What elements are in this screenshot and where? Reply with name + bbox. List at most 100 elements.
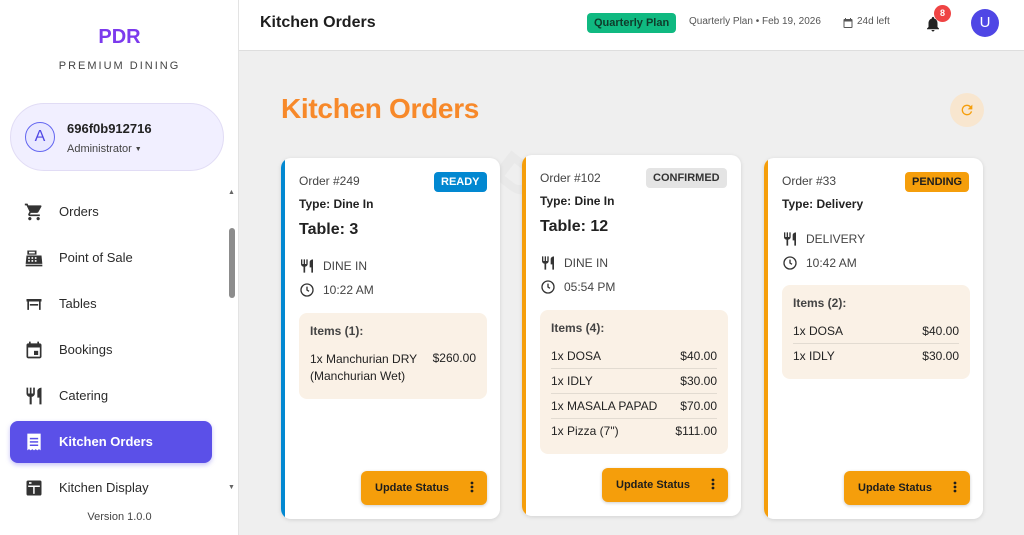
service-type: DINE IN	[540, 255, 608, 271]
list-item: 1x Pizza (7") $111.00	[551, 424, 717, 440]
sidebar-item-label: Bookings	[59, 342, 113, 357]
sidebar-item-kitchen-display[interactable]: Kitchen Display	[10, 467, 212, 509]
list-item: 1x DOSA $40.00	[551, 349, 717, 365]
restaurant-icon	[784, 232, 796, 246]
update-status-button[interactable]: Update Status	[844, 471, 970, 505]
caret-down-icon: ▼	[134, 145, 142, 153]
item-price: $30.00	[922, 349, 959, 363]
user-role-dropdown[interactable]: Administrator ▼	[67, 143, 142, 155]
card-accent-bar	[522, 155, 526, 516]
days-left: 24d left	[857, 16, 890, 27]
receipt-icon	[24, 432, 44, 452]
user-avatar-button[interactable]: U	[971, 9, 999, 37]
item-name: 1x DOSA	[551, 349, 602, 363]
item-name: 1x DOSA	[793, 324, 844, 338]
order-time: 05:54 PM	[540, 279, 615, 295]
item-name: 1x MASALA PAPAD	[551, 399, 658, 413]
user-name: 696f0b912716	[67, 121, 152, 136]
refresh-button[interactable]	[950, 93, 984, 127]
status-badge: PENDING	[905, 172, 970, 192]
service-type: DELIVERY	[782, 231, 865, 247]
order-time: 10:42 AM	[782, 255, 857, 271]
status-badge: CONFIRMED	[646, 168, 727, 188]
order-time: 10:22 AM	[299, 282, 374, 298]
order-type: Type: Dine In	[299, 197, 374, 211]
sidebar-item-label: Catering	[59, 388, 109, 403]
item-name: 1x Manchurian DRY (Manchurian Wet)	[310, 352, 417, 383]
list-item: 1x DOSA $40.00	[793, 324, 959, 340]
scrollbar-thumb[interactable]	[229, 228, 235, 298]
sidebar-item-label: Kitchen Display	[59, 480, 149, 495]
restaurant-icon	[301, 259, 313, 273]
user-role-label: Administrator	[67, 143, 132, 155]
items-box: Items (2): 1x DOSA $40.00 1x IDLY $30.00	[782, 285, 970, 379]
update-status-button[interactable]: Update Status	[602, 468, 728, 502]
order-type: Type: Dine In	[540, 194, 615, 208]
button-label: Update Status	[375, 482, 449, 494]
display-icon	[24, 478, 44, 498]
item-price: $40.00	[680, 349, 717, 363]
order-card: Order #249 READY Type: Dine In Table: 3 …	[281, 158, 500, 519]
sidebar-item-orders[interactable]: Orders	[10, 191, 212, 233]
sidebar-item-point-of-sale[interactable]: Point of Sale	[10, 237, 212, 279]
service-label: DELIVERY	[806, 232, 866, 246]
order-number: Order #102	[540, 171, 601, 185]
calendar-icon	[24, 340, 44, 360]
list-item: 1x Manchurian DRY (Manchurian Wet) $260.…	[310, 351, 476, 385]
service-type: DINE IN	[299, 258, 367, 274]
more-vertical-icon	[711, 478, 715, 493]
table-number: Table: 12	[540, 218, 609, 235]
item-price: $70.00	[680, 399, 717, 413]
button-label: Update Status	[858, 482, 932, 494]
item-price: $111.00	[675, 424, 717, 438]
sidebar-item-label: Orders	[59, 204, 99, 219]
sidebar: PDR PREMIUM DINING A 696f0b912716 Admini…	[0, 0, 239, 535]
scroll-up-arrow-icon[interactable]: ▲	[228, 189, 235, 196]
items-title: Items (4):	[551, 321, 605, 335]
item-price: $260.00	[432, 351, 476, 365]
list-item: 1x MASALA PAPAD $70.00	[551, 399, 717, 415]
service-label: DINE IN	[323, 259, 368, 273]
order-card: Order #33 PENDING Type: Delivery DELIVER…	[764, 158, 983, 519]
item-price: $40.00	[922, 324, 959, 338]
order-number: Order #33	[782, 174, 837, 188]
items-title: Items (1):	[310, 324, 364, 338]
top-header: Kitchen Orders Quarterly Plan Quarterly …	[239, 0, 1024, 51]
order-number: Order #249	[299, 174, 360, 188]
sidebar-item-label: Kitchen Orders	[59, 434, 153, 449]
time-label: 10:42 AM	[806, 256, 857, 270]
plan-badge: Quarterly Plan	[587, 13, 677, 33]
item-name: 1x Pizza (7")	[551, 424, 619, 438]
sidebar-item-bookings[interactable]: Bookings	[10, 329, 212, 371]
item-name: 1x IDLY	[551, 374, 593, 388]
more-vertical-icon	[953, 481, 957, 496]
button-label: Update Status	[616, 479, 690, 491]
restaurant-icon	[24, 386, 44, 406]
page-title: Kitchen Orders	[281, 93, 480, 124]
items-box: Items (4): 1x DOSA $40.00 1x IDLY $30.00…	[540, 310, 728, 454]
plan-info: Quarterly Plan • Feb 19, 2026	[689, 16, 821, 27]
update-status-button[interactable]: Update Status	[361, 471, 487, 505]
sidebar-item-tables[interactable]: Tables	[10, 283, 212, 325]
sidebar-item-kitchen-orders[interactable]: Kitchen Orders	[10, 421, 212, 463]
header-title: Kitchen Orders	[260, 14, 376, 31]
restaurant-icon	[542, 256, 554, 270]
item-divider	[793, 343, 959, 344]
refresh-icon	[961, 104, 973, 116]
clock-icon	[541, 280, 555, 294]
sidebar-item-label: Point of Sale	[59, 250, 133, 265]
status-badge: READY	[434, 172, 487, 192]
list-item: 1x IDLY $30.00	[551, 374, 717, 390]
order-type: Type: Delivery	[782, 197, 864, 211]
app-version: Version 1.0.0	[87, 511, 152, 523]
item-name: 1x IDLY	[793, 349, 835, 363]
cart-icon	[24, 202, 44, 222]
brand-logo: PDR	[98, 26, 141, 48]
clock-icon	[783, 256, 797, 270]
scroll-down-arrow-icon[interactable]: ▼	[228, 484, 235, 491]
cash-register-icon	[24, 248, 44, 268]
sidebar-item-catering[interactable]: Catering	[10, 375, 212, 417]
service-label: DINE IN	[564, 256, 609, 270]
user-profile-card[interactable]: A 696f0b912716 Administrator ▼	[10, 103, 224, 171]
table-number: Table: 3	[299, 221, 359, 238]
